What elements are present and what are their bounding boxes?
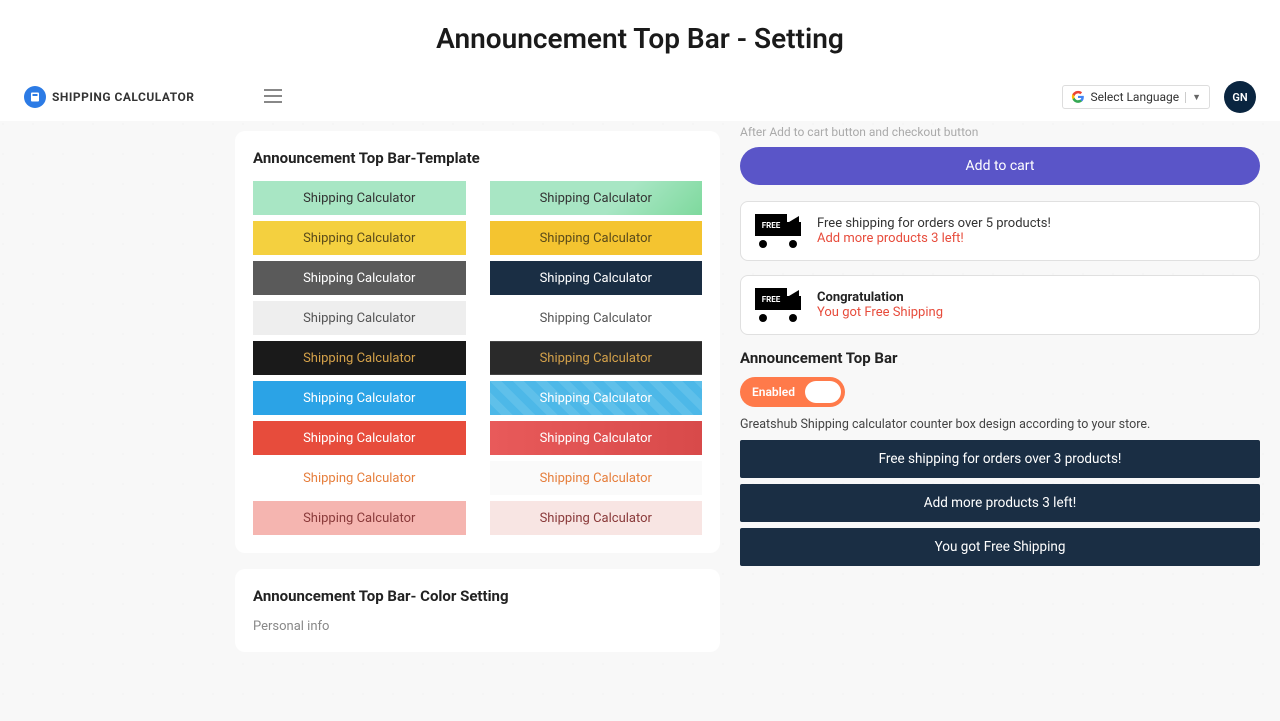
template-option[interactable]: Shipping Calculator <box>490 341 703 375</box>
google-icon <box>1071 90 1085 104</box>
truck-icon: FREE <box>755 288 803 322</box>
color-setting-card: Announcement Top Bar- Color Setting Pers… <box>235 569 720 652</box>
enabled-toggle[interactable]: Enabled <box>740 377 845 407</box>
topbar: SHIPPING CALCULATOR Select Language ▼ GN <box>0 73 1280 121</box>
template-card: Announcement Top Bar-Template Shipping C… <box>235 131 720 553</box>
language-select[interactable]: Select Language ▼ <box>1062 85 1210 109</box>
free-shipping-line1: Free shipping for orders over 5 products… <box>817 216 1245 231</box>
language-label: Select Language <box>1091 90 1180 104</box>
toggle-label: Enabled <box>752 385 795 399</box>
topbar-section-title: Announcement Top Bar <box>740 349 1260 367</box>
template-option[interactable]: Shipping Calculator <box>253 341 466 375</box>
truck-icon: FREE <box>755 214 803 248</box>
preview-bar: Add more products 3 left! <box>740 484 1260 522</box>
chevron-down-icon: ▼ <box>1185 92 1201 103</box>
position-hint: After Add to cart button and checkout bu… <box>740 121 1260 147</box>
preview-bar: You got Free Shipping <box>740 528 1260 566</box>
template-option[interactable]: Shipping Calculator <box>490 261 703 295</box>
template-option[interactable]: Shipping Calculator <box>253 421 466 455</box>
template-option[interactable]: Shipping Calculator <box>253 301 466 335</box>
template-option[interactable]: Shipping Calculator <box>253 501 466 535</box>
free-shipping-line2: Add more products 3 left! <box>817 231 1245 246</box>
template-option[interactable]: Shipping Calculator <box>253 181 466 215</box>
avatar[interactable]: GN <box>1224 81 1256 113</box>
template-option[interactable]: Shipping Calculator <box>490 421 703 455</box>
add-to-cart-button[interactable]: Add to cart <box>740 147 1260 185</box>
topbar-desc: Greatshub Shipping calculator counter bo… <box>740 417 1260 432</box>
template-option[interactable]: Shipping Calculator <box>490 181 703 215</box>
color-setting-title: Announcement Top Bar- Color Setting <box>253 587 702 605</box>
template-option[interactable]: Shipping Calculator <box>490 301 703 335</box>
page-title: Announcement Top Bar - Setting <box>0 0 1280 73</box>
template-card-title: Announcement Top Bar-Template <box>253 149 702 167</box>
free-shipping-success-box: FREE Congratulation You got Free Shippin… <box>740 275 1260 335</box>
template-option[interactable]: Shipping Calculator <box>490 461 703 495</box>
template-option[interactable]: Shipping Calculator <box>490 381 703 415</box>
congrats-title: Congratulation <box>817 290 1245 305</box>
free-shipping-progress-box: FREE Free shipping for orders over 5 pro… <box>740 201 1260 261</box>
template-option[interactable]: Shipping Calculator <box>253 221 466 255</box>
template-option[interactable]: Shipping Calculator <box>253 381 466 415</box>
toggle-knob <box>805 381 841 403</box>
congrats-sub: You got Free Shipping <box>817 305 1245 320</box>
color-setting-sub: Personal info <box>253 619 702 634</box>
brand-text: SHIPPING CALCULATOR <box>52 90 194 104</box>
preview-bar: Free shipping for orders over 3 products… <box>740 440 1260 478</box>
template-option[interactable]: Shipping Calculator <box>490 221 703 255</box>
template-option[interactable]: Shipping Calculator <box>253 461 466 495</box>
template-option[interactable]: Shipping Calculator <box>490 501 703 535</box>
calculator-icon <box>24 86 46 108</box>
brand-logo[interactable]: SHIPPING CALCULATOR <box>24 86 194 108</box>
menu-button[interactable] <box>264 88 282 107</box>
template-option[interactable]: Shipping Calculator <box>253 261 466 295</box>
